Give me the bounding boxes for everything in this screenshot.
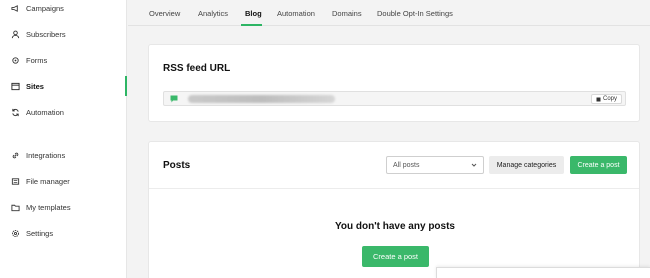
- empty-state-create-post-button[interactable]: Create a post: [362, 246, 429, 267]
- floating-panel: [436, 267, 650, 278]
- folder-icon: [11, 203, 20, 212]
- rss-feed-card: RSS feed URL Copy: [148, 44, 640, 122]
- browser-icon: [11, 82, 20, 91]
- sidebar-item-campaigns[interactable]: Campaigns: [0, 0, 127, 18]
- rss-url-redacted: [188, 95, 335, 103]
- sidebar-item-forms[interactable]: Forms: [0, 50, 127, 70]
- settings-icon: [11, 229, 20, 238]
- sidebar-item-integrations[interactable]: Integrations: [0, 145, 127, 165]
- posts-filter-select[interactable]: All posts: [386, 156, 484, 174]
- tab-overview[interactable]: Overview: [149, 9, 180, 18]
- sidebar-item-label: Settings: [26, 228, 54, 238]
- copy-icon: [596, 97, 601, 101]
- posts-filter-value: All posts: [393, 161, 420, 169]
- divider: [149, 188, 639, 189]
- sidebar-item-my-templates[interactable]: My templates: [0, 197, 127, 217]
- sidebar-item-label: Integrations: [26, 150, 66, 160]
- tab-double-opt-in-settings[interactable]: Double Opt-In Settings: [377, 9, 453, 18]
- sidebar-item-label: Automation: [26, 107, 64, 117]
- file-icon: [11, 177, 20, 186]
- create-post-button[interactable]: Create a post: [570, 156, 627, 174]
- sidebar-item-subscribers[interactable]: Subscribers: [0, 24, 127, 44]
- sidebar-item-label: My templates: [26, 202, 71, 212]
- tab-analytics[interactable]: Analytics: [198, 9, 228, 18]
- sidebar-item-automation[interactable]: Automation: [0, 102, 127, 122]
- sidebar-item-label: Campaigns: [26, 3, 64, 13]
- link-icon: [11, 151, 20, 160]
- tab-bar: Overview Analytics Blog Automation Domai…: [128, 0, 650, 26]
- tab-blog[interactable]: Blog: [245, 9, 262, 18]
- copy-button-label: Copy: [602, 96, 617, 102]
- posts-card-title: Posts: [163, 160, 191, 171]
- empty-state-message: You don't have any posts: [335, 221, 455, 232]
- gear-icon: [11, 56, 20, 65]
- user-icon: [11, 30, 20, 39]
- sidebar-item-label: Sites: [26, 81, 44, 91]
- sidebar-item-label: Subscribers: [26, 29, 66, 39]
- sidebar-item-sites[interactable]: Sites: [0, 76, 127, 96]
- sidebar-item-label: Forms: [26, 55, 48, 65]
- copy-button[interactable]: Copy: [590, 94, 622, 104]
- rss-card-title: RSS feed URL: [163, 63, 231, 74]
- posts-card: Posts All posts Manage categories Create…: [148, 141, 640, 278]
- refresh-icon: [11, 108, 20, 117]
- active-tab-underline: [241, 24, 262, 26]
- sidebar-item-file-manager[interactable]: File manager: [0, 171, 127, 191]
- tab-automation[interactable]: Automation: [277, 9, 315, 18]
- megaphone-icon: [11, 4, 20, 13]
- rss-url-field[interactable]: Copy: [163, 91, 626, 106]
- tab-domains[interactable]: Domains: [332, 9, 362, 18]
- rss-icon: [170, 95, 178, 103]
- manage-categories-button[interactable]: Manage categories: [489, 156, 564, 174]
- sidebar-item-settings[interactable]: Settings: [0, 223, 127, 243]
- chevron-down-icon: [471, 163, 477, 167]
- sidebar-item-label: File manager: [26, 176, 70, 186]
- sidebar: Campaigns Subscribers Forms Sites Automa…: [0, 0, 127, 278]
